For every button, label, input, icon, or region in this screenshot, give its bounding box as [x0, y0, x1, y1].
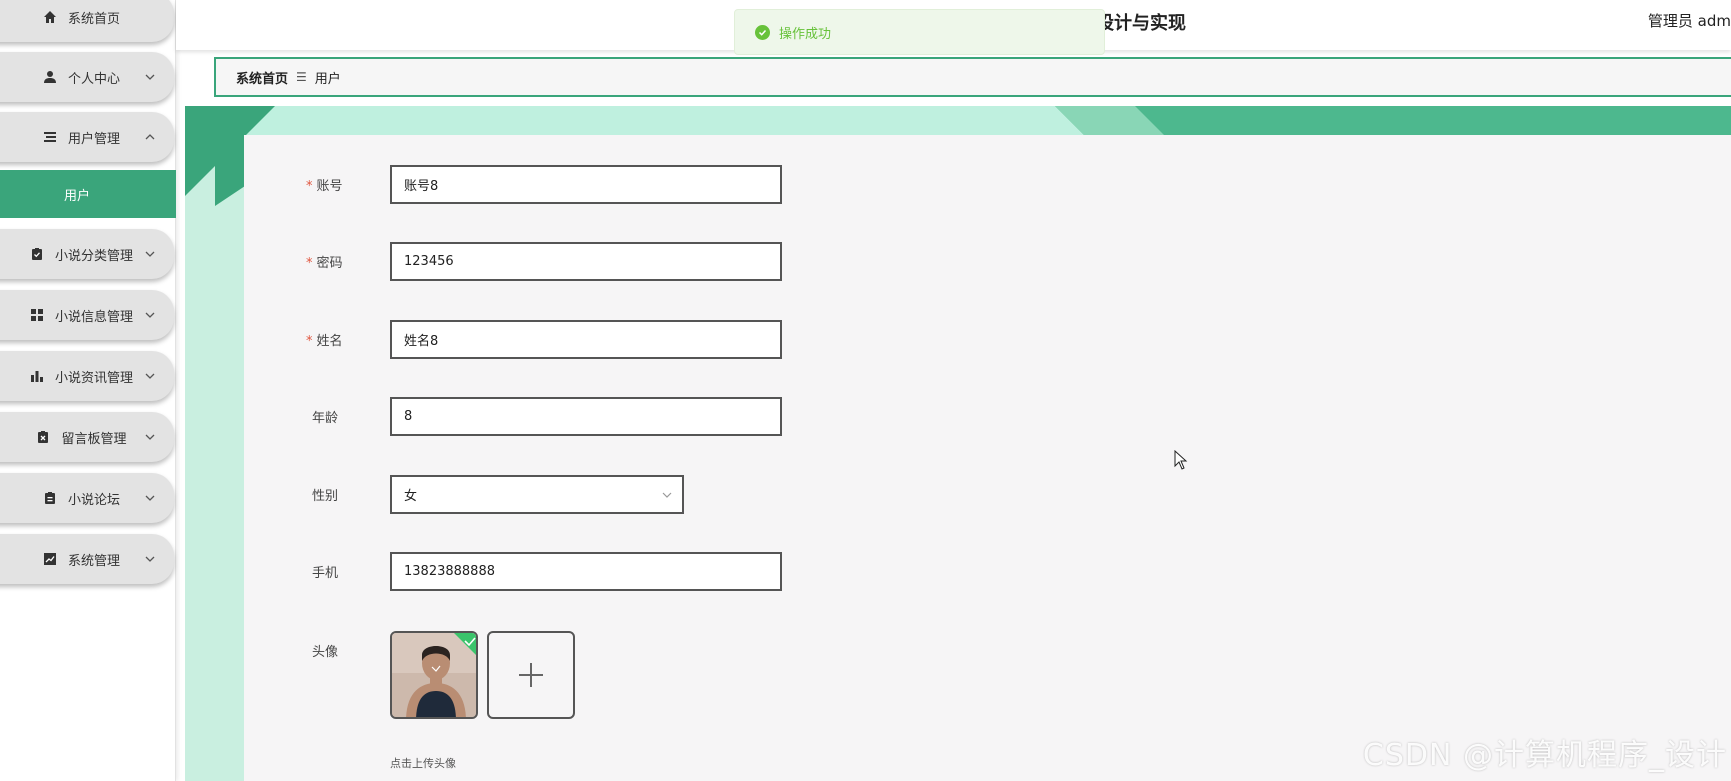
sidebar-item-novel-forum[interactable]: 小说论坛: [0, 473, 174, 523]
account-input[interactable]: 账号8: [390, 165, 782, 204]
sidebar-item-label: 小说信息管理: [54, 309, 133, 325]
avatar-label: 头像: [312, 645, 339, 660]
sidebar-item-label: 系统管理: [67, 553, 120, 569]
breadcrumb-separator: ☰: [296, 70, 307, 84]
chevron-down-icon: [145, 74, 155, 80]
chevron-down-icon: [145, 495, 155, 501]
grid-icon: [29, 307, 45, 323]
phone-input[interactable]: 13823888888: [390, 552, 782, 591]
sidebar-item-system-management[interactable]: 系统管理: [0, 534, 174, 584]
sidebar-subitem-user[interactable]: 用户: [0, 170, 176, 218]
clipboard-icon: [42, 490, 58, 506]
sidebar-item-home[interactable]: 系统首页: [0, 0, 174, 42]
chevron-down-icon: [145, 312, 155, 318]
success-toast: 操作成功: [734, 9, 1105, 55]
success-check-icon: [755, 24, 770, 40]
sidebar-subitem-label: 用户: [64, 188, 91, 204]
gender-select-value: 女: [404, 489, 418, 504]
sidebar-item-label: 留言板管理: [61, 431, 127, 447]
sidebar-item-label: 小说分类管理: [54, 248, 133, 264]
page-title: 设计与实现: [1096, 13, 1186, 34]
plus-icon: [519, 663, 543, 687]
age-input[interactable]: 8: [390, 397, 782, 436]
chevron-down-icon: [145, 251, 155, 257]
gender-select[interactable]: 女: [390, 475, 684, 514]
chevron-down-icon: [145, 434, 155, 440]
sidebar-item-label: 系统首页: [67, 11, 120, 27]
sidebar-item-label: 小说资讯管理: [54, 370, 133, 386]
user-info[interactable]: 管理员 adm: [1648, 10, 1731, 31]
sidebar-item-label: 用户管理: [67, 131, 120, 147]
bar-chart-icon: [29, 368, 45, 384]
user-form: * 账号 账号8 * 密码 123456 * 姓名 姓名8 年龄 8 性别 女 手机 …: [244, 135, 1731, 781]
chevron-down-icon: [662, 492, 672, 498]
avatar-upload-hint: 点击上传头像: [390, 757, 456, 770]
breadcrumb-current: 用户: [314, 71, 341, 87]
avatar-upload-button[interactable]: [487, 631, 575, 719]
chevron-up-icon: [145, 134, 155, 140]
home-icon: [42, 9, 58, 25]
phone-label: 手机: [312, 566, 339, 581]
toast-message: 操作成功: [779, 26, 832, 42]
sidebar-item-personal-center[interactable]: 个人中心: [0, 52, 174, 102]
breadcrumb: 系统首页 ☰ 用户: [214, 57, 1731, 97]
sidebar-item-novel-news[interactable]: 小说资讯管理: [0, 351, 174, 401]
sidebar-item-user-management[interactable]: 用户管理: [0, 112, 174, 162]
sidebar-item-novel-info[interactable]: 小说信息管理: [0, 290, 174, 340]
breadcrumb-home[interactable]: 系统首页: [236, 68, 288, 87]
sidebar-item-label: 小说论坛: [67, 492, 120, 508]
avatar-photo: [392, 633, 476, 717]
age-label: 年龄: [312, 411, 339, 426]
list-icon: [42, 129, 58, 145]
chevron-down-icon: [145, 556, 155, 562]
mouse-cursor-icon: [1174, 450, 1188, 470]
clipboard-x-icon: [35, 429, 51, 445]
trend-chart-icon: [42, 551, 58, 567]
chevron-down-icon: [145, 373, 155, 379]
gender-label: 性别: [312, 489, 339, 504]
sidebar-item-novel-category[interactable]: 小说分类管理: [0, 229, 174, 279]
sidebar: 系统首页 个人中心 用户管理 用户 小说分类管理 小说信息管理 小说资讯管理 留…: [0, 0, 176, 781]
name-input[interactable]: 姓名8: [390, 320, 782, 359]
sidebar-item-label: 个人中心: [67, 71, 120, 87]
clipboard-check-icon: [29, 246, 45, 262]
account-label: * 账号: [306, 179, 343, 194]
watermark: CSDN @计算机程序_设计: [1362, 738, 1727, 773]
avatar-thumbnail[interactable]: [390, 631, 478, 719]
password-input[interactable]: 123456: [390, 242, 782, 281]
name-label: * 姓名: [306, 334, 343, 349]
sidebar-item-message-board[interactable]: 留言板管理: [0, 412, 174, 462]
person-icon: [42, 69, 58, 85]
password-label: * 密码: [306, 256, 343, 271]
